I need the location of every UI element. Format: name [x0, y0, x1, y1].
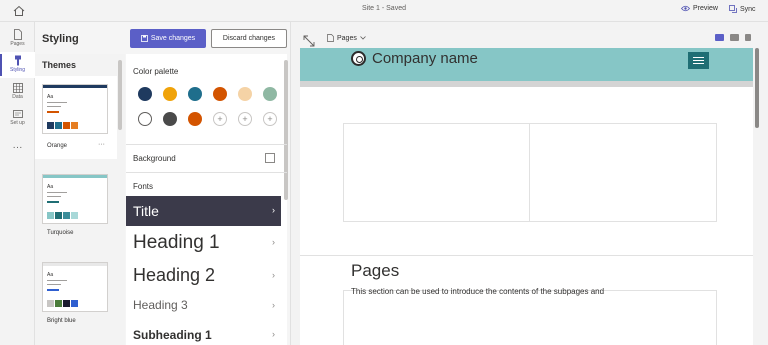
theme-thumbnail: Aa: [42, 262, 108, 312]
font-item-label: Heading 1: [133, 232, 220, 253]
background-label: Background: [133, 154, 176, 163]
desktop-icon[interactable]: [715, 34, 724, 41]
eye-icon: [681, 5, 690, 12]
expand-icon[interactable]: [303, 34, 315, 47]
chevron-right-icon: ›: [272, 300, 275, 310]
rail-item-data[interactable]: Data: [0, 80, 35, 106]
chevron-right-icon: ›: [272, 205, 275, 215]
theme-card-turquoise[interactable]: Aa Turquoise: [35, 168, 117, 240]
font-item-label: Heading 2: [133, 265, 216, 285]
more-icon[interactable]: ···: [0, 142, 35, 153]
font-item-heading-1[interactable]: Heading 1 ›: [126, 227, 281, 259]
header-shadow: [300, 81, 753, 87]
font-item-subheading-1[interactable]: Subheading 1 ›: [126, 322, 281, 345]
add-color-icon[interactable]: +: [213, 112, 227, 126]
color-swatch[interactable]: [263, 87, 277, 101]
theme-thumbnail: Aa: [42, 84, 108, 134]
font-item-label: Heading 3: [133, 298, 188, 312]
panel-title: Styling: [42, 33, 79, 45]
section-description: This section can be used to introduce th…: [351, 287, 605, 296]
tablet-icon[interactable]: [730, 34, 739, 41]
setup-icon: [12, 110, 23, 118]
add-color-icon[interactable]: +: [263, 112, 277, 126]
discard-changes-button[interactable]: Discard changes: [211, 29, 287, 48]
save-icon: [140, 35, 148, 42]
rail-label-data: Data: [12, 94, 23, 100]
preview-label: Preview: [693, 5, 718, 12]
color-swatch[interactable]: [238, 87, 252, 101]
save-label: Save changes: [150, 35, 196, 42]
pages-dropdown[interactable]: Pages: [327, 34, 366, 42]
menu-icon[interactable]: [688, 52, 709, 69]
divider: [126, 144, 287, 145]
content-placeholder[interactable]: [343, 123, 530, 222]
themes-scrollbar[interactable]: [118, 60, 122, 130]
color-swatch[interactable]: [138, 112, 152, 126]
theme-thumbnail: Aa: [42, 174, 108, 224]
section-divider: [300, 255, 753, 256]
background-checkbox[interactable]: [265, 153, 275, 163]
font-item-label: Title: [133, 203, 159, 219]
brush-icon: [14, 55, 21, 66]
theme-name: Orange: [47, 143, 68, 149]
rail-item-styling[interactable]: Styling: [0, 52, 35, 78]
chevron-down-icon: [360, 36, 366, 40]
sync-icon: [729, 5, 737, 13]
theme-card-orange[interactable]: Aa Orange ···: [35, 76, 117, 159]
divider: [126, 172, 287, 173]
color-palette-title: Color palette: [133, 67, 179, 76]
site-title: Site 1 - Saved: [362, 5, 406, 12]
left-rail: Pages Styling Data Set up ···: [0, 22, 35, 345]
color-swatch[interactable]: [163, 87, 177, 101]
top-bar: Site 1 - Saved Preview Sync: [0, 0, 768, 22]
chevron-right-icon: ›: [272, 329, 275, 339]
chevron-right-icon: ›: [272, 270, 275, 280]
add-color-icon[interactable]: +: [238, 112, 252, 126]
theme-more-icon[interactable]: ···: [98, 141, 105, 148]
canvas-scrollbar[interactable]: [755, 48, 759, 128]
pages-dropdown-label: Pages: [337, 34, 357, 42]
sync-label: Sync: [740, 5, 756, 13]
logo-icon: [351, 51, 366, 66]
site-header[interactable]: Company name: [300, 48, 753, 81]
page-icon: [327, 34, 334, 42]
page-icon: [13, 29, 22, 40]
color-swatch[interactable]: [188, 112, 202, 126]
theme-card-bright-blue[interactable]: Aa Bright blue: [35, 256, 117, 328]
themes-title: Themes: [42, 60, 77, 70]
rail-item-setup[interactable]: Set up: [0, 106, 35, 132]
rail-item-pages[interactable]: Pages: [0, 26, 35, 52]
font-item-heading-2[interactable]: Heading 2 ›: [126, 260, 281, 292]
pages-section[interactable]: [343, 290, 717, 345]
table-icon: [12, 83, 23, 93]
mobile-icon[interactable]: [745, 34, 751, 41]
settings-scrollbar[interactable]: [284, 60, 288, 200]
theme-name: Bright blue: [47, 318, 76, 324]
color-swatch[interactable]: [213, 87, 227, 101]
sync-button[interactable]: Sync: [729, 5, 756, 13]
save-changes-button[interactable]: Save changes: [130, 29, 206, 48]
company-name: Company name: [372, 50, 478, 67]
font-item-title[interactable]: Title ›: [126, 196, 281, 226]
fonts-label: Fonts: [133, 182, 154, 191]
font-item-heading-3[interactable]: Heading 3 ›: [126, 293, 281, 321]
preview-button[interactable]: Preview: [681, 5, 718, 12]
device-toggle: [715, 34, 751, 41]
rail-label-setup: Set up: [10, 120, 25, 126]
rail-label-styling: Styling: [9, 67, 25, 73]
color-swatch[interactable]: [188, 87, 202, 101]
color-swatch[interactable]: [138, 87, 152, 101]
theme-name: Turquoise: [47, 230, 74, 236]
content-placeholder[interactable]: [529, 123, 717, 222]
font-item-label: Subheading 1: [133, 328, 212, 342]
discard-label: Discard changes: [222, 35, 276, 42]
color-swatch[interactable]: [163, 112, 177, 126]
chevron-right-icon: ›: [272, 237, 275, 247]
rail-label-pages: Pages: [10, 41, 25, 47]
section-title: Pages: [351, 261, 400, 280]
site-preview: Company name Pages This section can be u…: [300, 48, 753, 345]
